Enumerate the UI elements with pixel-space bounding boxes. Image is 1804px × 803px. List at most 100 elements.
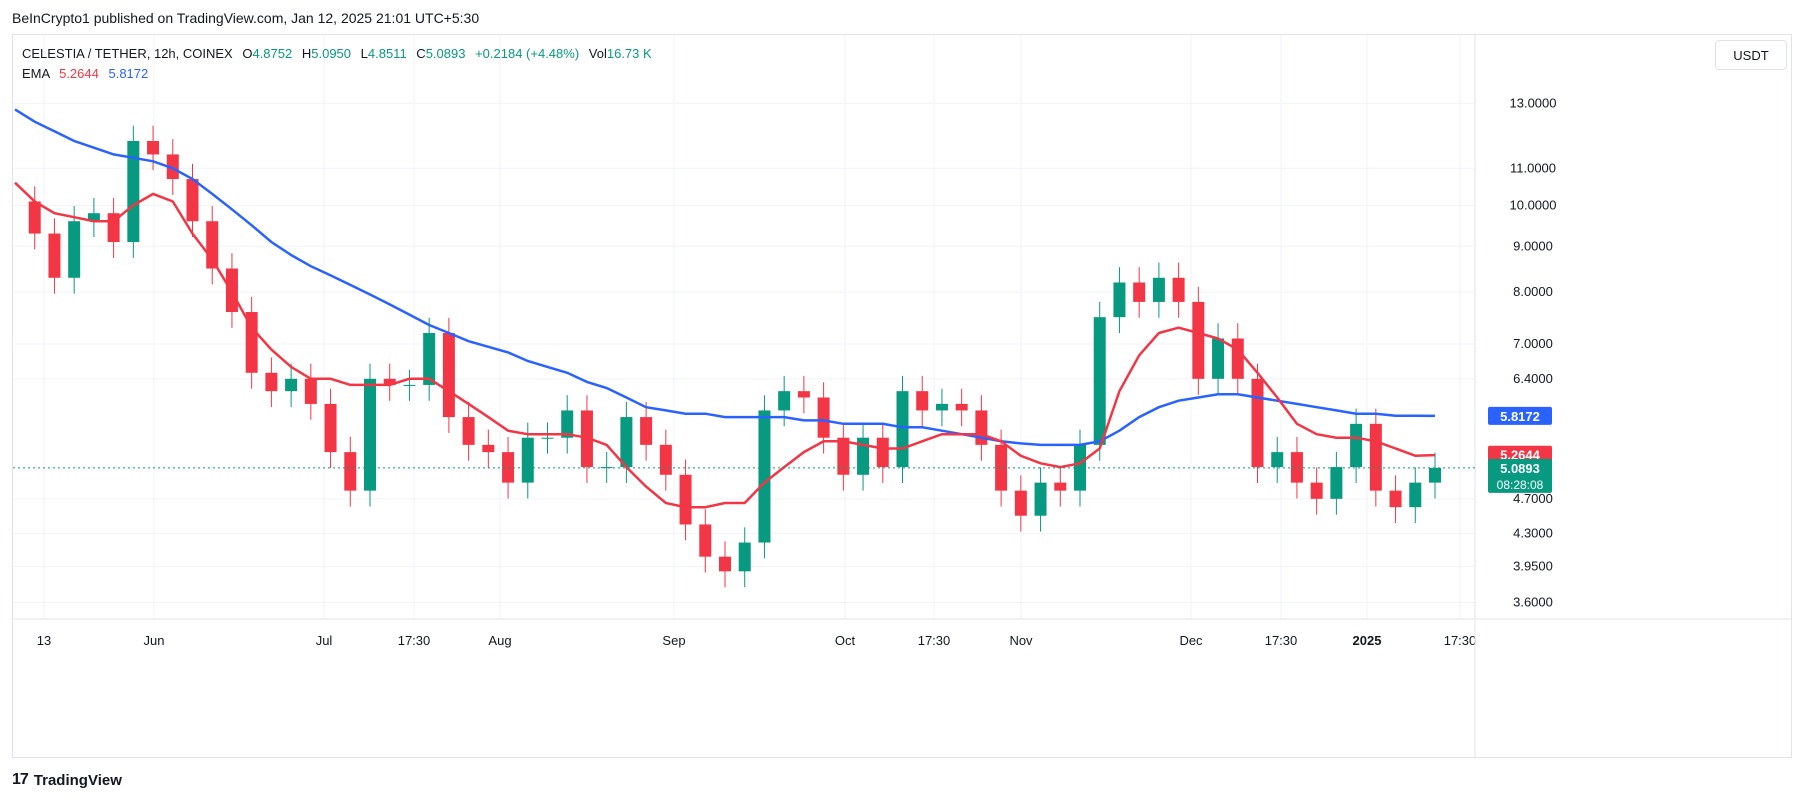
candle-body: [640, 417, 653, 445]
candle-body: [502, 452, 515, 483]
y-tick-label: 4.3000: [1513, 525, 1553, 540]
low-label: L: [360, 46, 368, 61]
x-tick-label: 2025: [1353, 633, 1382, 648]
chart-legend: CELESTIA / TETHER, 12h, COINEX O4.8752 H…: [22, 44, 652, 84]
candle-body: [1152, 277, 1165, 302]
price-chart[interactable]: 13.0000 11.0000 10.0000 9.0000 8.0000 7.0000 6…: [13, 35, 1791, 757]
candle-body: [1389, 490, 1402, 508]
candle-body: [442, 333, 455, 418]
ohlc-legend-row: CELESTIA / TETHER, 12h, COINEX O4.8752 H…: [22, 44, 652, 64]
y-tick-label: 8.0000: [1513, 284, 1553, 299]
x-tick-label: Aug: [488, 633, 511, 648]
x-tick-label: Jun: [144, 633, 165, 648]
candle-body: [817, 397, 830, 438]
candle-body: [1014, 490, 1027, 516]
ema-short-value: 5.2644: [59, 66, 99, 81]
symbol-label: CELESTIA / TETHER, 12h, COINEX: [22, 46, 233, 61]
candle-body: [265, 372, 278, 392]
y-tick-label: 6.4000: [1513, 371, 1553, 386]
candle-body: [679, 474, 692, 525]
candle-body: [1113, 282, 1126, 318]
x-tick-label: 13: [37, 633, 51, 648]
x-tick-label: Jul: [316, 633, 333, 648]
candle-body: [955, 403, 968, 411]
last-price-marker-text: 5.0893: [1500, 461, 1540, 476]
candle-body: [28, 201, 41, 234]
candle-body: [1231, 338, 1244, 379]
candle-body: [1350, 423, 1363, 468]
candle-body: [423, 333, 436, 385]
x-tick-label: 17:30: [398, 633, 431, 648]
candle-body: [1330, 467, 1343, 499]
candle-body: [1093, 317, 1106, 445]
candle-body: [620, 417, 633, 468]
candle-body: [403, 384, 416, 386]
candle-body: [147, 141, 160, 155]
high-label: H: [301, 46, 312, 61]
candle-body: [1192, 301, 1205, 379]
volume-label: Vol: [588, 46, 607, 61]
x-tick-label: 17:30: [918, 633, 951, 648]
y-tick-label: 10.0000: [1510, 197, 1557, 212]
candle-body: [541, 437, 554, 439]
ema-legend-row: EMA 5.2644 5.8172: [22, 64, 652, 84]
candle-body: [285, 378, 298, 392]
x-tick-label: Oct: [835, 633, 856, 648]
candle-body: [778, 391, 791, 411]
candle-body: [995, 444, 1008, 491]
candle-body: [521, 437, 534, 483]
candle-body: [1409, 482, 1422, 508]
high-value: 5.0950: [311, 46, 352, 61]
change-value: +0.2184 (+4.48%): [475, 46, 580, 61]
candle-body: [659, 444, 672, 475]
candle-body: [600, 467, 613, 469]
candle-body: [1133, 282, 1146, 302]
candle-body: [1369, 423, 1382, 491]
candle-body: [48, 233, 61, 278]
volume-value: 16.73 K: [606, 46, 652, 61]
countdown-text: 08:28:08: [1497, 478, 1544, 492]
candle-body: [935, 403, 948, 411]
candle-body: [344, 452, 357, 491]
x-tick-label: 17:30: [1444, 633, 1477, 648]
candle-body: [1290, 452, 1303, 483]
brand-label: TradingView: [33, 771, 122, 789]
ema-long-value: 5.8172: [108, 66, 149, 81]
y-tick-label: 4.7000: [1513, 491, 1553, 506]
chart-pane[interactable]: 13.0000 11.0000 10.0000 9.0000 8.0000 7.0000 6…: [12, 34, 1792, 758]
x-tick-label: Nov: [1009, 633, 1033, 648]
candle-body: [1212, 338, 1225, 379]
publish-attribution: BeInCrypto1 published on TradingView.com…: [12, 10, 480, 26]
y-tick-label: 3.6000: [1513, 594, 1553, 609]
candle-body: [462, 417, 475, 445]
candle-body: [186, 179, 199, 222]
candle-body: [324, 403, 337, 453]
y-tick-label: 3.9500: [1513, 558, 1553, 573]
candle-body: [1310, 482, 1323, 499]
candle-body: [364, 378, 376, 491]
candle-body: [1271, 452, 1284, 468]
candle-body: [719, 556, 731, 572]
tradingview-logo-icon: 17: [12, 771, 29, 788]
close-label: C: [416, 46, 426, 61]
x-tick-label: Dec: [1179, 633, 1203, 648]
candle-body: [1429, 467, 1441, 483]
candle-body: [1034, 482, 1047, 516]
candle-body: [916, 391, 929, 411]
candle-body: [1172, 277, 1185, 302]
ema-long-marker-text: 5.8172: [1500, 409, 1540, 424]
low-value: 4.8511: [367, 46, 407, 61]
candle-body: [304, 378, 317, 404]
candle-body: [1054, 482, 1067, 491]
candle-body: [896, 391, 909, 468]
x-tick-label: Sep: [662, 633, 685, 648]
open-label: O: [242, 46, 253, 61]
currency-button[interactable]: USDT: [1715, 40, 1787, 70]
y-tick-label: 13.0000: [1510, 95, 1557, 110]
candle-body: [797, 391, 810, 398]
close-value: 5.0893: [425, 46, 466, 61]
candle-body: [738, 542, 751, 572]
x-tick-label: 17:30: [1265, 633, 1298, 648]
tradingview-brand[interactable]: 17 TradingView: [12, 771, 122, 789]
open-value: 4.8752: [252, 46, 293, 61]
